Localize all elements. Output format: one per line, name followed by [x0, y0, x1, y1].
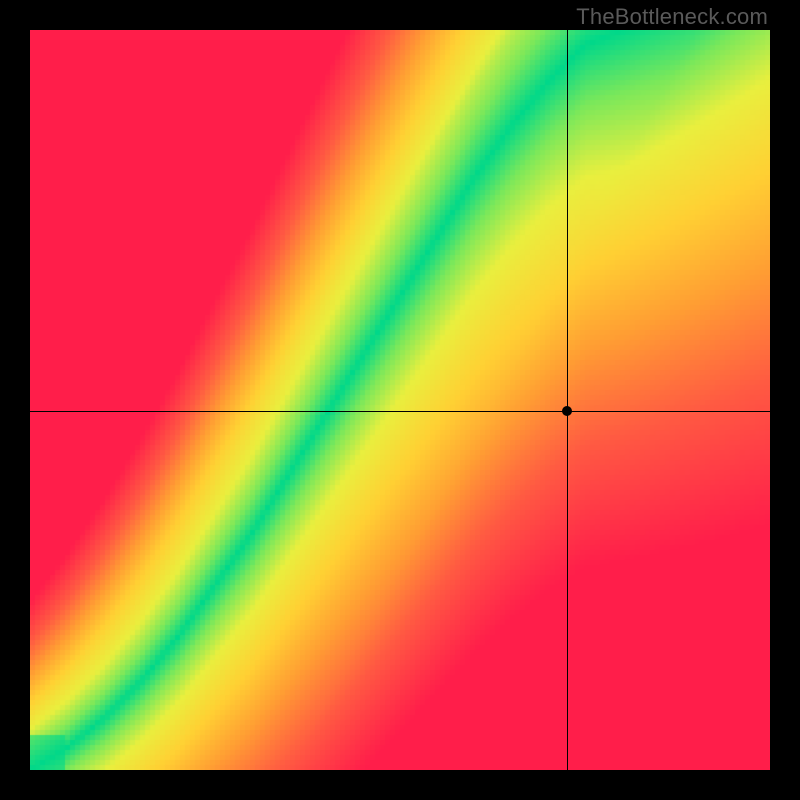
chart-container: TheBottleneck.com — [0, 0, 800, 800]
plot-area — [30, 30, 770, 770]
crosshair-vertical — [567, 30, 568, 770]
marker-dot — [562, 406, 572, 416]
watermark-text: TheBottleneck.com — [576, 4, 768, 30]
crosshair-horizontal — [30, 411, 770, 412]
heatmap-canvas — [30, 30, 770, 770]
